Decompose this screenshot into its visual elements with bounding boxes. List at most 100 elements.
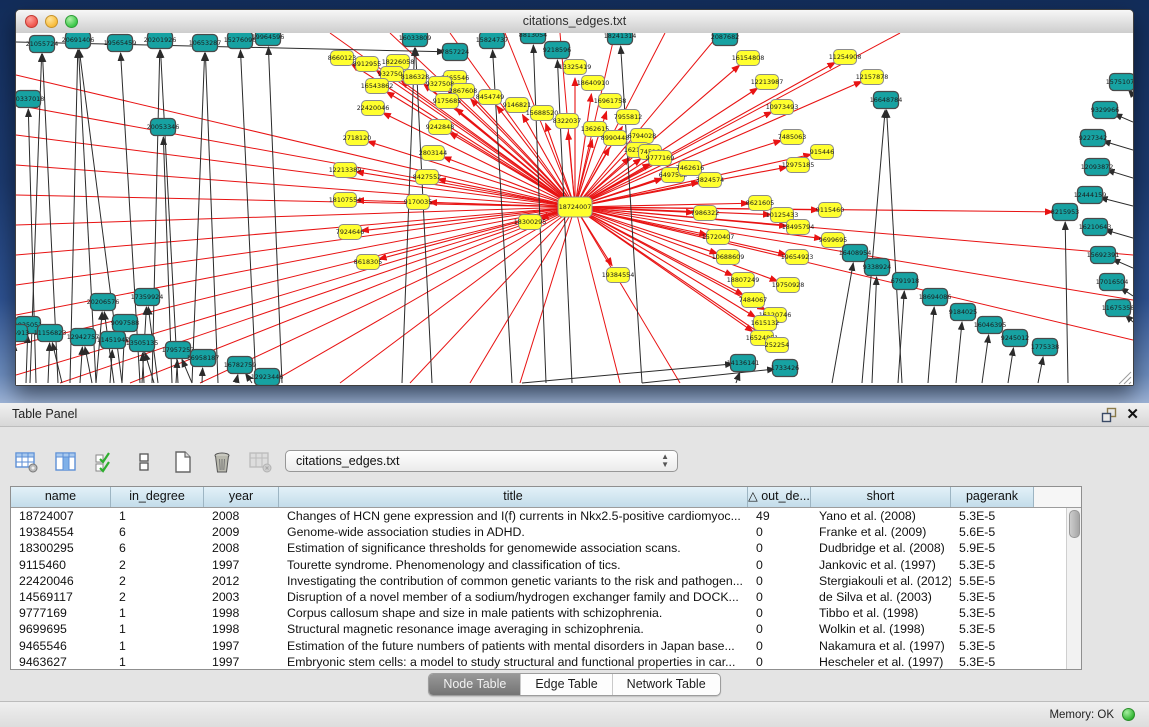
- table-cell[interactable]: 0: [748, 524, 811, 540]
- table-cell[interactable]: 5.3E-5: [951, 621, 1034, 637]
- table-cell[interactable]: 1998: [204, 605, 279, 621]
- table-column-icon[interactable]: [53, 450, 79, 474]
- table-cell[interactable]: 6: [111, 540, 204, 556]
- column-header-name[interactable]: name: [11, 487, 111, 507]
- table-cell[interactable]: 14569117: [11, 589, 111, 605]
- table-cell[interactable]: 1: [111, 508, 204, 524]
- table-cell[interactable]: 2008: [204, 540, 279, 556]
- table-cell[interactable]: 18300295: [11, 540, 111, 556]
- table-cell[interactable]: 1: [111, 605, 204, 621]
- table-row[interactable]: 1456911722003Disruption of a novel membe…: [11, 589, 1081, 605]
- table-cell[interactable]: 0: [748, 638, 811, 654]
- checklist-icon[interactable]: [92, 450, 118, 474]
- column-header-short[interactable]: short: [811, 487, 951, 507]
- column-header-year[interactable]: year: [204, 487, 279, 507]
- network-canvas[interactable]: 1872400786601238912955182260589327503818…: [16, 33, 1133, 385]
- table-cell[interactable]: 5.3E-5: [951, 605, 1034, 621]
- table-cell[interactable]: 2008: [204, 508, 279, 524]
- column-header-title[interactable]: title: [279, 487, 748, 507]
- table-cell[interactable]: 19384554: [11, 524, 111, 540]
- table-cell[interactable]: Franke et al. (2009): [811, 524, 951, 540]
- table-cell[interactable]: 22420046: [11, 573, 111, 589]
- table-cell[interactable]: 5.3E-5: [951, 508, 1034, 524]
- table-cell[interactable]: Corpus callosum shape and size in male p…: [279, 605, 748, 621]
- table-cell[interactable]: 0: [748, 654, 811, 670]
- table-cell[interactable]: Estimation of the future numbers of pati…: [279, 638, 748, 654]
- table-settings-icon[interactable]: [14, 450, 40, 474]
- table-cell[interactable]: 5.6E-5: [951, 524, 1034, 540]
- table-cell[interactable]: 1997: [204, 638, 279, 654]
- table-cell[interactable]: 5.3E-5: [951, 589, 1034, 605]
- table-cell[interactable]: 5.3E-5: [951, 557, 1034, 573]
- table-cell[interactable]: 2: [111, 573, 204, 589]
- table-cell[interactable]: 18724007: [11, 508, 111, 524]
- table-row[interactable]: 946362711997Embryonic stem cells: a mode…: [11, 654, 1081, 670]
- scrollbar-thumb[interactable]: [1069, 510, 1080, 538]
- table-cell[interactable]: 1: [111, 638, 204, 654]
- tab-network-table[interactable]: Network Table: [612, 674, 720, 695]
- table-cell[interactable]: 9465546: [11, 638, 111, 654]
- table-cell[interactable]: Investigating the contribution of common…: [279, 573, 748, 589]
- minimize-window-icon[interactable]: [45, 15, 58, 28]
- close-panel-icon[interactable]: ✕: [1126, 404, 1139, 426]
- column-header-pagerank[interactable]: pagerank: [951, 487, 1034, 507]
- tab-node-table[interactable]: Node Table: [429, 674, 520, 695]
- table-cell[interactable]: 0: [748, 557, 811, 573]
- tab-edge-table[interactable]: Edge Table: [520, 674, 611, 695]
- table-cell[interactable]: Stergiakouli et al. (2012): [811, 573, 951, 589]
- table-row[interactable]: 2242004622012Investigating the contribut…: [11, 573, 1081, 589]
- table-cell[interactable]: 9699695: [11, 621, 111, 637]
- table-row[interactable]: 1938455462009Genome-wide association stu…: [11, 524, 1081, 540]
- column-header-in_degree[interactable]: in_degree: [111, 487, 204, 507]
- trash-icon[interactable]: [209, 450, 235, 474]
- table-cell[interactable]: 2: [111, 589, 204, 605]
- zoom-window-icon[interactable]: [65, 15, 78, 28]
- table-cell[interactable]: 9463627: [11, 654, 111, 670]
- table-cell[interactable]: Yano et al. (2008): [811, 508, 951, 524]
- table-cell[interactable]: 1997: [204, 557, 279, 573]
- resize-grip-icon[interactable]: [1119, 372, 1131, 384]
- table-cell[interactable]: Embryonic stem cells: a model to study s…: [279, 654, 748, 670]
- close-window-icon[interactable]: [25, 15, 38, 28]
- table-cell[interactable]: 2012: [204, 573, 279, 589]
- table-cell[interactable]: 49: [748, 508, 811, 524]
- table-row[interactable]: 969969511998Structural magnetic resonanc…: [11, 621, 1081, 637]
- new-document-icon[interactable]: [170, 450, 196, 474]
- column-header-out_de[interactable]: △ out_de...: [748, 487, 811, 507]
- table-cell[interactable]: 2: [111, 557, 204, 573]
- rows-icon[interactable]: [131, 450, 157, 474]
- table-cell[interactable]: 1997: [204, 654, 279, 670]
- table-cell[interactable]: 1: [111, 654, 204, 670]
- table-cell[interactable]: Jankovic et al. (1997): [811, 557, 951, 573]
- table-cell[interactable]: 0: [748, 540, 811, 556]
- window-titlebar[interactable]: citations_edges.txt: [16, 10, 1133, 34]
- memory-status-icon[interactable]: [1122, 708, 1135, 721]
- table-row[interactable]: 946554611997Estimation of the future num…: [11, 638, 1081, 654]
- table-cell[interactable]: Wolkin et al. (1998): [811, 621, 951, 637]
- table-cell[interactable]: 5.9E-5: [951, 540, 1034, 556]
- table-row[interactable]: 911546021997Tourette syndrome. Phenomeno…: [11, 557, 1081, 573]
- table-cell[interactable]: 0: [748, 605, 811, 621]
- table-cell[interactable]: Genome-wide association studies in ADHD.: [279, 524, 748, 540]
- table-cell[interactable]: Tourette syndrome. Phenomenology and cla…: [279, 557, 748, 573]
- table-cell[interactable]: Changes of HCN gene expression and I(f) …: [279, 508, 748, 524]
- table-cell[interactable]: 1: [111, 621, 204, 637]
- table-cell[interactable]: Disruption of a novel member of a sodium…: [279, 589, 748, 605]
- table-cell[interactable]: 2009: [204, 524, 279, 540]
- table-cell[interactable]: 5.5E-5: [951, 573, 1034, 589]
- table-select-dropdown[interactable]: citations_edges.txt ▲▼: [285, 450, 678, 472]
- table-cell[interactable]: Estimation of significance thresholds fo…: [279, 540, 748, 556]
- table-cell[interactable]: de Silva et al. (2003): [811, 589, 951, 605]
- vertical-scrollbar[interactable]: [1066, 508, 1081, 669]
- table-cell[interactable]: 0: [748, 573, 811, 589]
- table-cell[interactable]: Hescheler et al. (1997): [811, 654, 951, 670]
- table-row[interactable]: 977716911998Corpus callosum shape and si…: [11, 605, 1081, 621]
- table-cell[interactable]: 9777169: [11, 605, 111, 621]
- table-cell[interactable]: 6: [111, 524, 204, 540]
- table-cell[interactable]: Dudbridge et al. (2008): [811, 540, 951, 556]
- table-cell[interactable]: Structural magnetic resonance image aver…: [279, 621, 748, 637]
- table-cell[interactable]: Nakamura et al. (1997): [811, 638, 951, 654]
- table-cell[interactable]: 0: [748, 621, 811, 637]
- table-cell[interactable]: 9115460: [11, 557, 111, 573]
- table-row[interactable]: 1830029562008Estimation of significance …: [11, 540, 1081, 556]
